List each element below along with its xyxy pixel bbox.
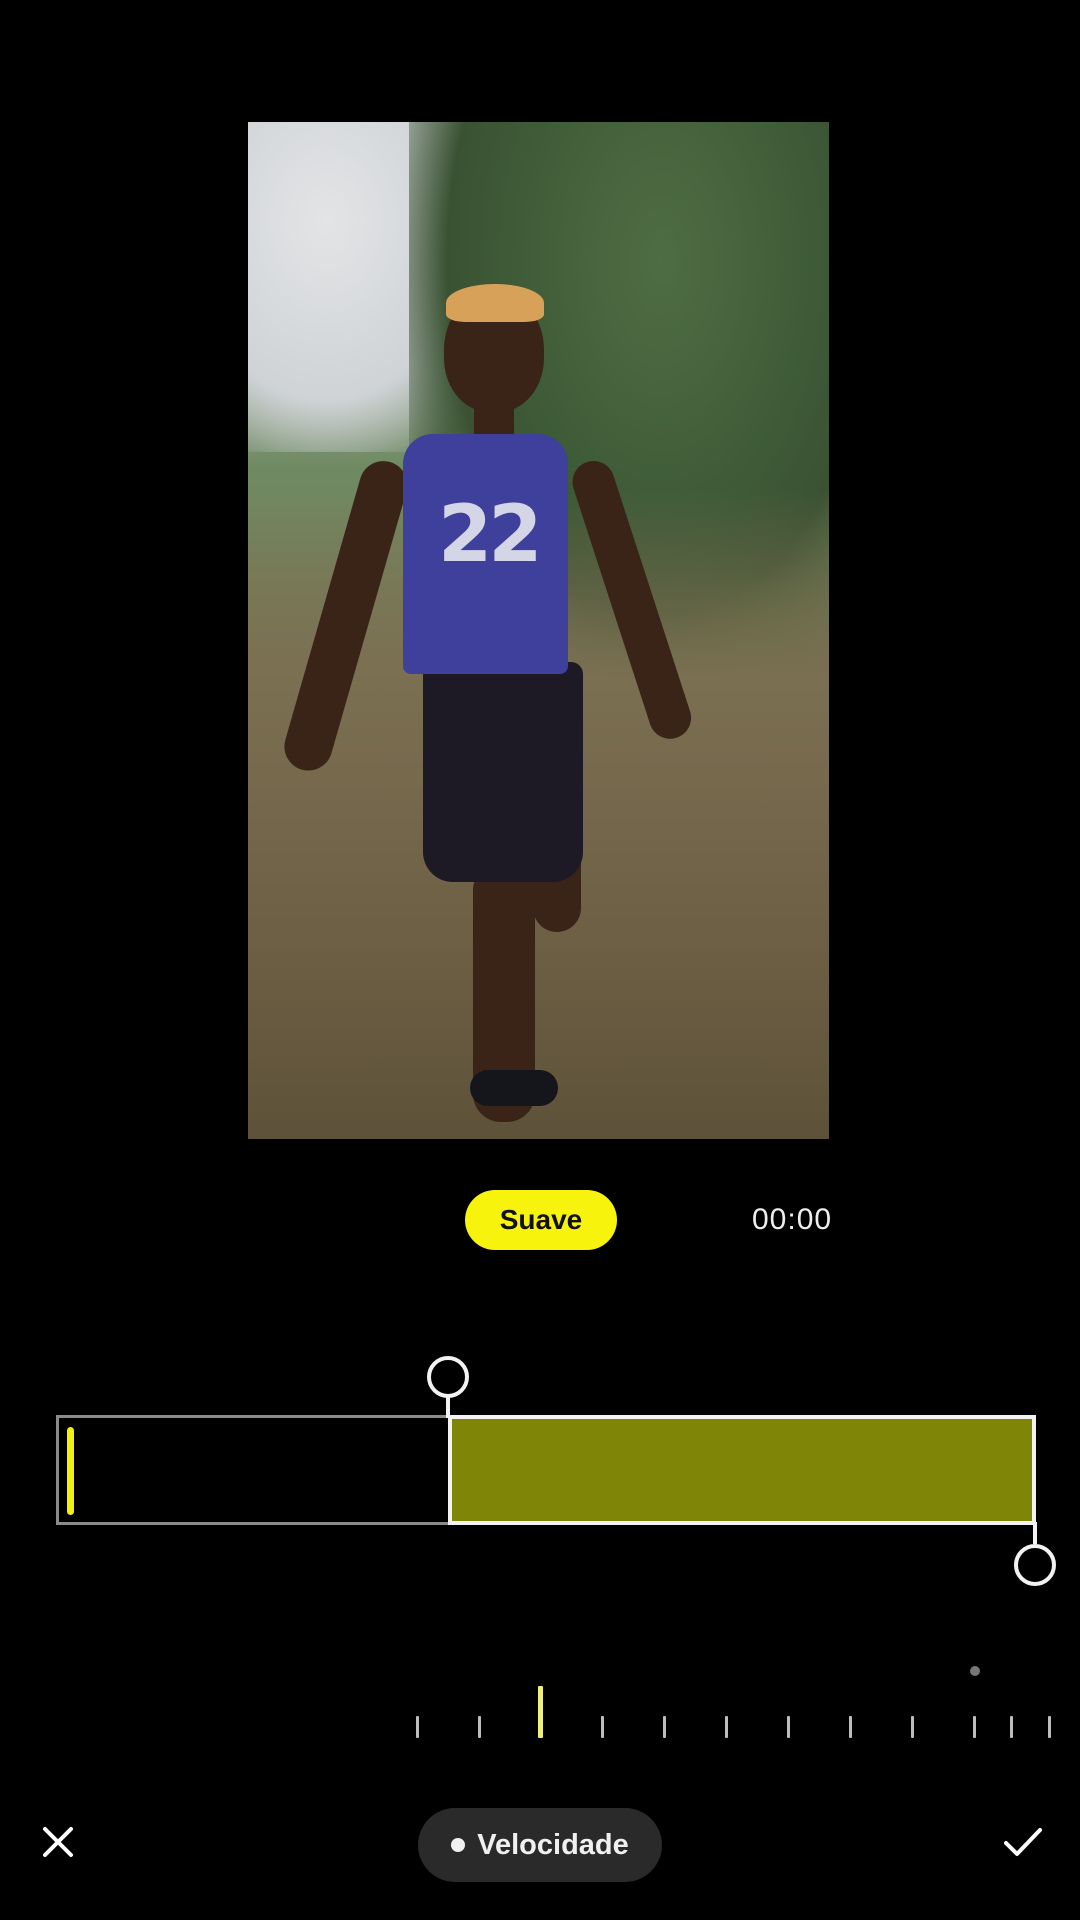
ruler-tick — [478, 1716, 481, 1738]
ruler-tick — [787, 1716, 790, 1738]
ruler-tick — [601, 1716, 604, 1738]
velocity-tab-label: Velocidade — [477, 1828, 629, 1861]
ruler-tick — [849, 1716, 852, 1738]
ruler-tick — [416, 1716, 419, 1738]
velocity-tab[interactable]: Velocidade — [418, 1808, 662, 1882]
close-icon — [43, 1827, 73, 1857]
segment-end-handle[interactable] — [1014, 1544, 1056, 1586]
close-button[interactable] — [34, 1818, 82, 1866]
confirm-button[interactable] — [998, 1818, 1048, 1866]
handle-stem-end — [1033, 1522, 1037, 1544]
ruler-tick — [973, 1716, 976, 1738]
timeline-playhead[interactable] — [67, 1427, 74, 1515]
ruler-tick — [1048, 1716, 1051, 1738]
person-headband — [446, 284, 544, 322]
jersey-number: 22 — [438, 490, 543, 580]
person-shoe — [470, 1070, 558, 1106]
speed-ruler[interactable] — [0, 1660, 1080, 1740]
speed-editor-screen: 22 Suave 00:00 Velocidade — [0, 0, 1080, 1920]
ruler-marker-dot — [970, 1666, 980, 1676]
ruler-tick — [725, 1716, 728, 1738]
preview-person: 22 — [248, 122, 829, 1139]
time-readout: 00:00 — [752, 1203, 833, 1236]
person-right-arm — [567, 455, 697, 745]
ruler-tick — [663, 1716, 666, 1738]
handle-stem-start — [446, 1396, 450, 1418]
active-dot-icon — [451, 1838, 466, 1852]
person-left-arm — [278, 455, 414, 777]
ruler-tick — [1010, 1716, 1013, 1738]
segment-start-handle[interactable] — [427, 1356, 469, 1398]
ruler-tick-active[interactable] — [538, 1686, 543, 1738]
timeline-speed-segment[interactable] — [448, 1415, 1036, 1525]
person-shorts — [423, 662, 583, 882]
ruler-tick — [911, 1716, 914, 1738]
check-icon — [1004, 1828, 1042, 1856]
photo-preview: 22 — [248, 122, 829, 1139]
smooth-mode-button[interactable]: Suave — [465, 1190, 617, 1250]
